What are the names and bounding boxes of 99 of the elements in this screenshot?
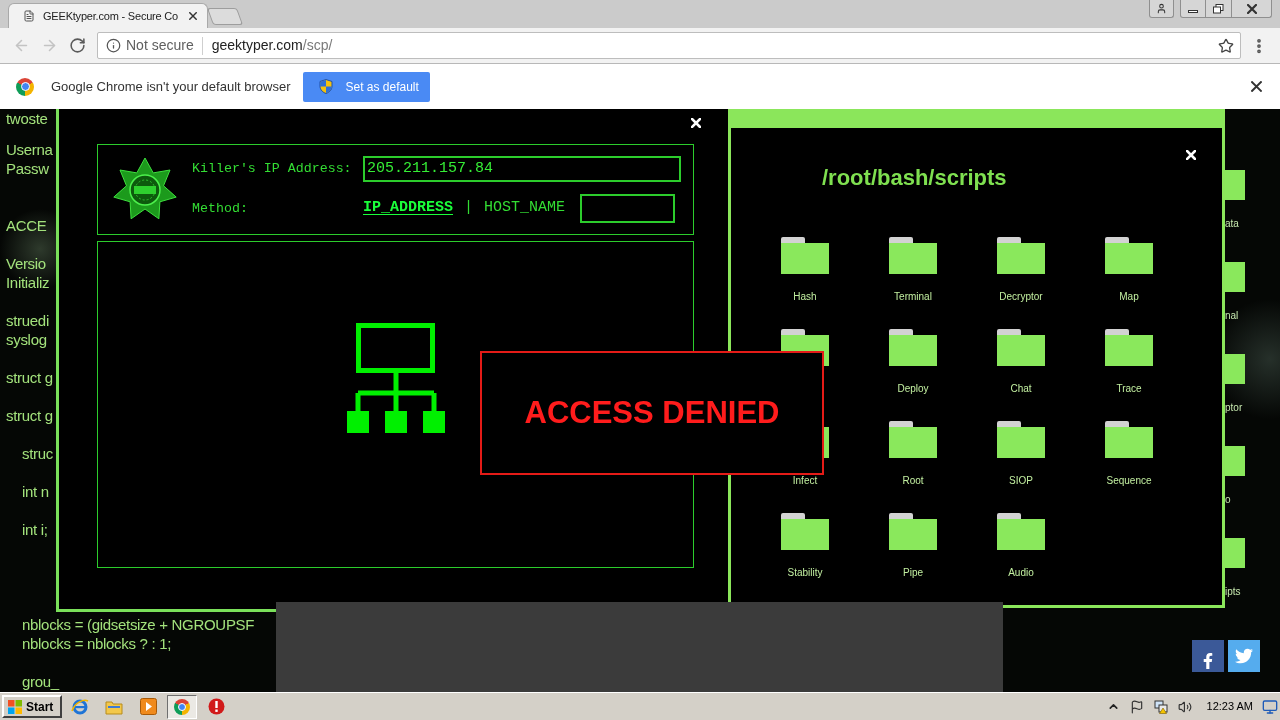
code-line: struc	[22, 444, 53, 463]
code-line: struedi	[6, 311, 49, 330]
folder-icon	[105, 698, 123, 715]
icon-label: ipts	[1225, 586, 1241, 598]
tile-icon[interactable]	[1225, 170, 1245, 200]
code-line: struct g	[6, 406, 53, 425]
clock: 12:23 AM	[1206, 699, 1253, 715]
folder-label[interactable]: Pipe	[903, 567, 923, 579]
shield-icon	[319, 79, 334, 94]
person-icon	[1156, 3, 1167, 14]
access-denied-message: ACCESS DENIED	[524, 393, 780, 432]
facebook-button[interactable]	[1192, 640, 1224, 672]
start-button[interactable]: Start	[2, 695, 62, 718]
folder-icon[interactable]	[1105, 237, 1153, 274]
minimize-button[interactable]	[1180, 0, 1206, 18]
code-line: nblocks = nblocks ? : 1;	[22, 634, 172, 653]
address-field[interactable]: Not secure geektyper.com/scp/	[97, 32, 1241, 59]
icon-label: o	[1225, 494, 1231, 506]
folder-label[interactable]: Map	[1119, 291, 1139, 303]
page-icon	[23, 10, 35, 22]
start-logo-icon	[7, 699, 23, 714]
folder-label[interactable]: Sequence	[1106, 475, 1152, 487]
window-close-button[interactable]	[1232, 0, 1272, 18]
browser-logo-icon	[16, 77, 34, 96]
close-icon[interactable]	[189, 12, 197, 20]
folder-icon[interactable]	[781, 513, 829, 550]
folder-icon[interactable]	[997, 237, 1045, 274]
code-line: int n	[22, 482, 49, 501]
folder-label[interactable]: Trace	[1116, 383, 1142, 395]
folder-label[interactable]: Decryptor	[999, 291, 1043, 303]
restore-button[interactable]	[1206, 0, 1232, 18]
code-line: Versio	[6, 254, 46, 273]
separator: |	[464, 198, 474, 219]
browser-logo-icon	[174, 698, 190, 715]
network-icon	[346, 323, 445, 433]
folder-icon[interactable]	[997, 421, 1045, 458]
info-icon	[106, 38, 121, 53]
security-label: Not secure	[126, 36, 194, 55]
folder-icon[interactable]	[889, 237, 937, 274]
restore-icon	[1213, 3, 1224, 14]
folder-label[interactable]: Audio	[1008, 567, 1034, 579]
folder-label[interactable]: SIOP	[1009, 475, 1033, 487]
folder-label[interactable]: Hash	[793, 291, 817, 303]
url-text: geektyper.com/scp/	[211, 36, 333, 55]
code-line: ACCE	[6, 216, 47, 235]
bookmark-star-icon[interactable]	[1218, 37, 1234, 54]
code-line: nblocks = (gidsetsize + NGROUPSF	[22, 615, 255, 634]
reload-icon[interactable]	[69, 37, 86, 54]
icon-label: ata	[1225, 218, 1239, 230]
folder-label[interactable]: Root	[902, 475, 924, 487]
code-line: int i;	[22, 520, 48, 539]
host-input[interactable]	[580, 194, 676, 223]
folder-icon[interactable]	[997, 329, 1045, 366]
close-icon[interactable]	[1251, 81, 1262, 92]
tile-icon[interactable]	[1225, 538, 1245, 568]
browser-tab[interactable]: GEEKtyper.com - Secure Co	[8, 3, 208, 28]
folder-label[interactable]: Chat	[1010, 383, 1032, 395]
window-title: /root/bash/scripts	[822, 165, 1007, 191]
folder-icon[interactable]	[997, 513, 1045, 550]
folder-label[interactable]: Terminal	[894, 291, 932, 303]
tile-icon[interactable]	[1225, 354, 1245, 384]
folder-icon[interactable]	[1105, 329, 1153, 366]
code-line: Userna	[6, 140, 53, 159]
method-link[interactable]: HOST_NAME	[484, 197, 566, 220]
code-line: Passw	[6, 159, 49, 178]
speaker-icon[interactable]	[1177, 699, 1192, 714]
code-line: grou_	[22, 672, 59, 691]
ip-label: Killer's IP Address:	[192, 160, 353, 179]
folder-icon[interactable]	[889, 329, 937, 366]
flag-icon[interactable]	[1129, 699, 1144, 714]
close-icon	[1246, 3, 1257, 14]
code-line: syslog	[6, 330, 47, 349]
monitor-icon[interactable]	[1262, 698, 1278, 715]
code-line: twoste	[6, 109, 48, 128]
infobar-message: Google Chrome isn't your default browser	[51, 77, 291, 96]
taskbar-app-button[interactable]	[167, 694, 197, 719]
folder-icon[interactable]	[889, 421, 937, 458]
ip-input[interactable]: 205.211.157.84	[363, 156, 681, 182]
code-line: struct g	[6, 368, 53, 387]
folder-label[interactable]: Deploy	[897, 383, 929, 395]
bird-icon	[1235, 647, 1253, 665]
icon-label: nal	[1225, 310, 1239, 322]
profile-button[interactable]	[1149, 0, 1174, 18]
icon-label: ptor	[1225, 402, 1243, 414]
folder-label[interactable]: Infect	[792, 475, 818, 487]
e-globe-icon	[71, 697, 89, 716]
network-icon[interactable]	[1153, 699, 1168, 714]
folder-icon[interactable]	[781, 237, 829, 274]
folder-icon[interactable]	[889, 513, 937, 550]
code-line: Initializ	[6, 273, 50, 292]
tile-icon[interactable]	[1225, 262, 1245, 292]
minimize-icon	[1188, 9, 1198, 13]
method-link[interactable]: IP_ADDRESS	[363, 197, 453, 220]
tile-icon[interactable]	[1225, 446, 1245, 476]
alert-icon	[207, 698, 225, 715]
folder-icon[interactable]	[1105, 421, 1153, 458]
method-label: Method:	[192, 199, 249, 218]
folder-label[interactable]: Stability	[787, 567, 823, 579]
play-icon	[139, 698, 157, 715]
